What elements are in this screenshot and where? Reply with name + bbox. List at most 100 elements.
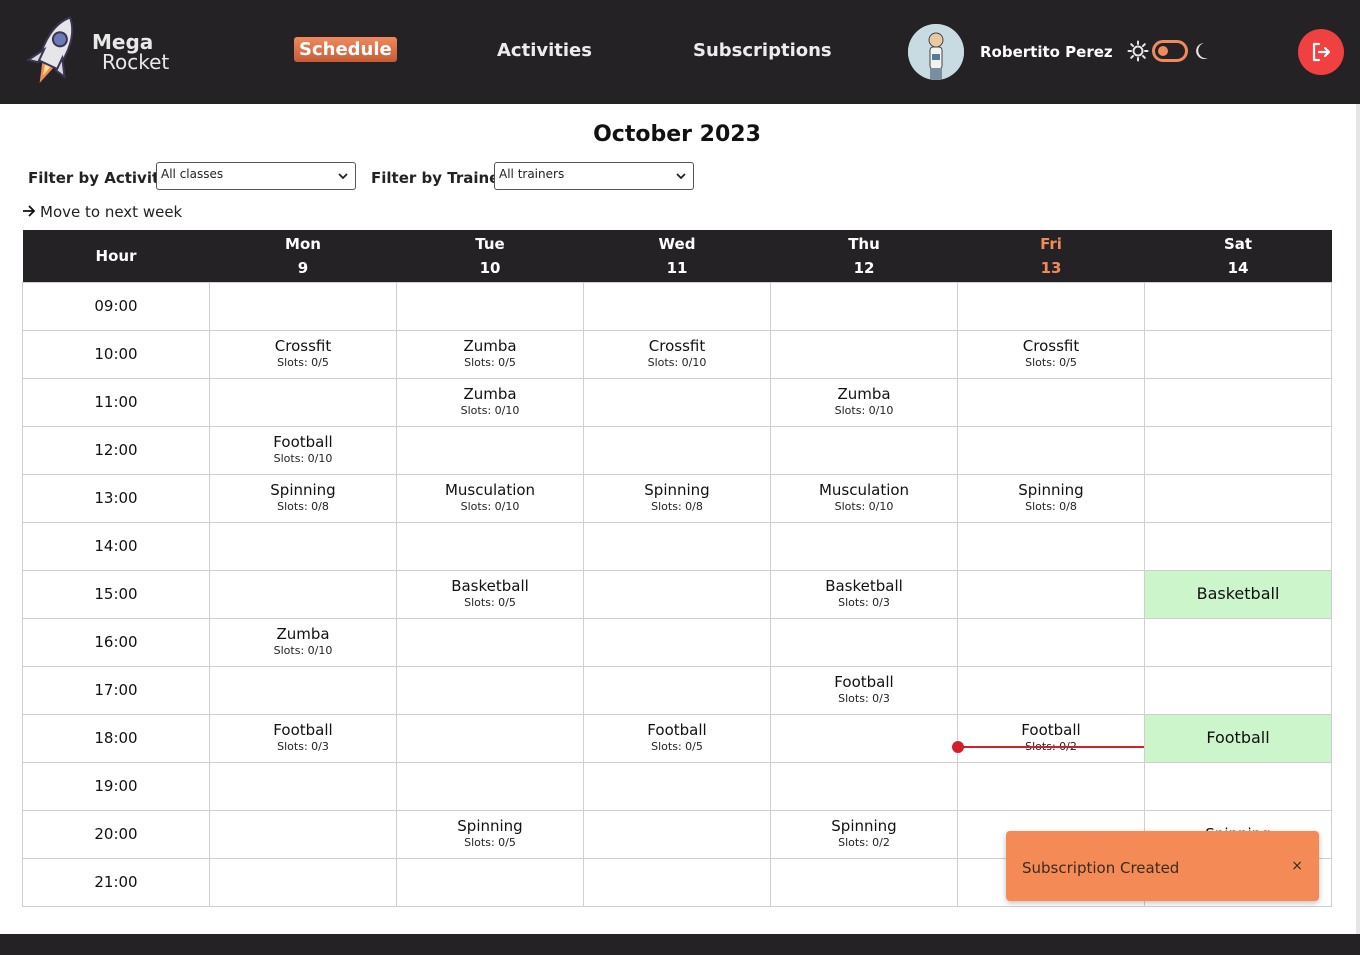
toast-close-button[interactable]: × (1291, 858, 1303, 874)
empty-cell (209, 569, 397, 619)
activity-filter-value: All classes (161, 167, 224, 181)
table-row: 19:00 (22, 761, 1332, 811)
class-cell[interactable]: Spinning Slots: 0/8 (957, 473, 1145, 523)
table-row: 18:00 Football Slots: 0/3 Football Slots: 0/… (22, 713, 1332, 763)
trainer-filter-select[interactable]: All trainers (494, 162, 694, 190)
class-name: Spinning (644, 481, 710, 499)
empty-cell (583, 425, 771, 475)
empty-cell (396, 713, 584, 763)
activity-filter-select[interactable]: All classes (156, 162, 356, 190)
nav-schedule[interactable]: Schedule (294, 37, 397, 62)
empty-cell (1144, 665, 1332, 715)
empty-cell (770, 713, 958, 763)
day-date: 13 (1040, 258, 1062, 277)
day-name: Sat (1223, 234, 1253, 253)
toggle-knob (1158, 46, 1168, 56)
class-name: Football (273, 721, 333, 739)
empty-cell (957, 377, 1145, 427)
moon-icon[interactable] (1192, 40, 1210, 62)
hour-cell: 14:00 (22, 521, 210, 571)
empty-cell (957, 425, 1145, 475)
empty-cell (1144, 281, 1332, 331)
class-name: Spinning (1018, 481, 1084, 499)
empty-cell (957, 569, 1145, 619)
class-name: Spinning (457, 817, 523, 835)
class-slots: Slots: 0/10 (460, 500, 520, 513)
logo-text: Mega Rocket (92, 32, 169, 72)
empty-cell (396, 281, 584, 331)
class-slots: Slots: 0/8 (277, 500, 329, 513)
day-date: 9 (297, 258, 309, 277)
day-header-sat: Sat 14 (1144, 230, 1332, 282)
avatar[interactable] (908, 24, 964, 80)
chevron-down-icon (676, 173, 686, 180)
hour-cell: 09:00 (22, 281, 210, 331)
class-slots: Slots: 0/10 (273, 644, 333, 657)
empty-cell (583, 281, 771, 331)
empty-cell (770, 857, 958, 907)
class-cell[interactable]: Zumba Slots: 0/10 (396, 377, 584, 427)
logo[interactable]: Mega Rocket (22, 10, 182, 94)
class-cell[interactable]: Basketball (1144, 569, 1332, 619)
class-slots: Slots: 0/10 (834, 500, 894, 513)
class-cell[interactable]: Crossfit Slots: 0/5 (957, 329, 1145, 379)
schedule-header-row: Hour Mon 9 Tue 10 Wed 11 Thu 12 Fri 13 Sat 14 (22, 230, 1332, 282)
day-header-mon: Mon 9 (209, 230, 397, 282)
day-date: 12 (853, 258, 875, 277)
class-slots: Slots: 0/3 (277, 740, 329, 753)
empty-cell (396, 425, 584, 475)
next-week-link[interactable]: Move to next week (22, 203, 182, 221)
month-title: October 2023 (593, 122, 761, 147)
logout-button[interactable] (1298, 29, 1344, 75)
class-cell[interactable]: Basketball Slots: 0/3 (770, 569, 958, 619)
class-cell[interactable]: Spinning Slots: 0/5 (396, 809, 584, 859)
class-slots: Slots: 0/5 (1025, 356, 1077, 369)
day-header-fri: Fri 13 (957, 230, 1145, 282)
trainer-filter-value: All trainers (499, 167, 565, 181)
class-name: Football (1206, 728, 1270, 747)
class-cell[interactable]: Football Slots: 0/3 (770, 665, 958, 715)
class-slots: Slots: 0/3 (838, 692, 890, 705)
empty-cell (396, 761, 584, 811)
day-date: 14 (1227, 258, 1249, 277)
theme-toggle[interactable] (1152, 40, 1188, 62)
class-cell[interactable]: Spinning Slots: 0/8 (209, 473, 397, 523)
empty-cell (770, 281, 958, 331)
hour-cell: 15:00 (22, 569, 210, 619)
class-cell[interactable]: Musculation Slots: 0/10 (770, 473, 958, 523)
activity-filter-label: Filter by Activity (28, 169, 169, 187)
logout-icon (1312, 42, 1331, 62)
class-cell[interactable]: Basketball Slots: 0/5 (396, 569, 584, 619)
class-name: Crossfit (274, 337, 332, 355)
class-cell[interactable]: Crossfit Slots: 0/5 (209, 329, 397, 379)
hour-cell: 17:00 (22, 665, 210, 715)
class-cell[interactable]: Musculation Slots: 0/10 (396, 473, 584, 523)
empty-cell (209, 857, 397, 907)
hour-cell: 13:00 (22, 473, 210, 523)
empty-cell (957, 761, 1145, 811)
empty-cell (957, 617, 1145, 667)
class-cell[interactable]: Football Slots: 0/10 (209, 425, 397, 475)
nav-subscriptions[interactable]: Subscriptions (693, 40, 832, 61)
class-cell[interactable]: Football Slots: 0/3 (209, 713, 397, 763)
table-row: 09:00 (22, 281, 1332, 331)
sun-icon[interactable] (1127, 40, 1149, 62)
class-name: Crossfit (648, 337, 706, 355)
empty-cell (1144, 617, 1332, 667)
empty-cell (770, 329, 958, 379)
class-cell[interactable]: Spinning Slots: 0/8 (583, 473, 771, 523)
table-row: 15:00 Basketball Slots: 0/5 Basketball Slots… (22, 569, 1332, 619)
class-cell[interactable]: Spinning Slots: 0/2 (770, 809, 958, 859)
class-cell[interactable]: Football Slots: 0/5 (583, 713, 771, 763)
class-cell[interactable]: Zumba Slots: 0/10 (209, 617, 397, 667)
day-name: Thu (848, 234, 880, 253)
class-cell[interactable]: Crossfit Slots: 0/10 (583, 329, 771, 379)
empty-cell (770, 761, 958, 811)
class-cell[interactable]: Zumba Slots: 0/10 (770, 377, 958, 427)
empty-cell (396, 665, 584, 715)
class-cell[interactable]: Football Slots: 0/2 (957, 713, 1145, 763)
class-cell[interactable]: Zumba Slots: 0/5 (396, 329, 584, 379)
nav-activities[interactable]: Activities (497, 40, 592, 61)
page-scrollbar[interactable] (1356, 104, 1360, 934)
class-cell[interactable]: Football (1144, 713, 1332, 763)
